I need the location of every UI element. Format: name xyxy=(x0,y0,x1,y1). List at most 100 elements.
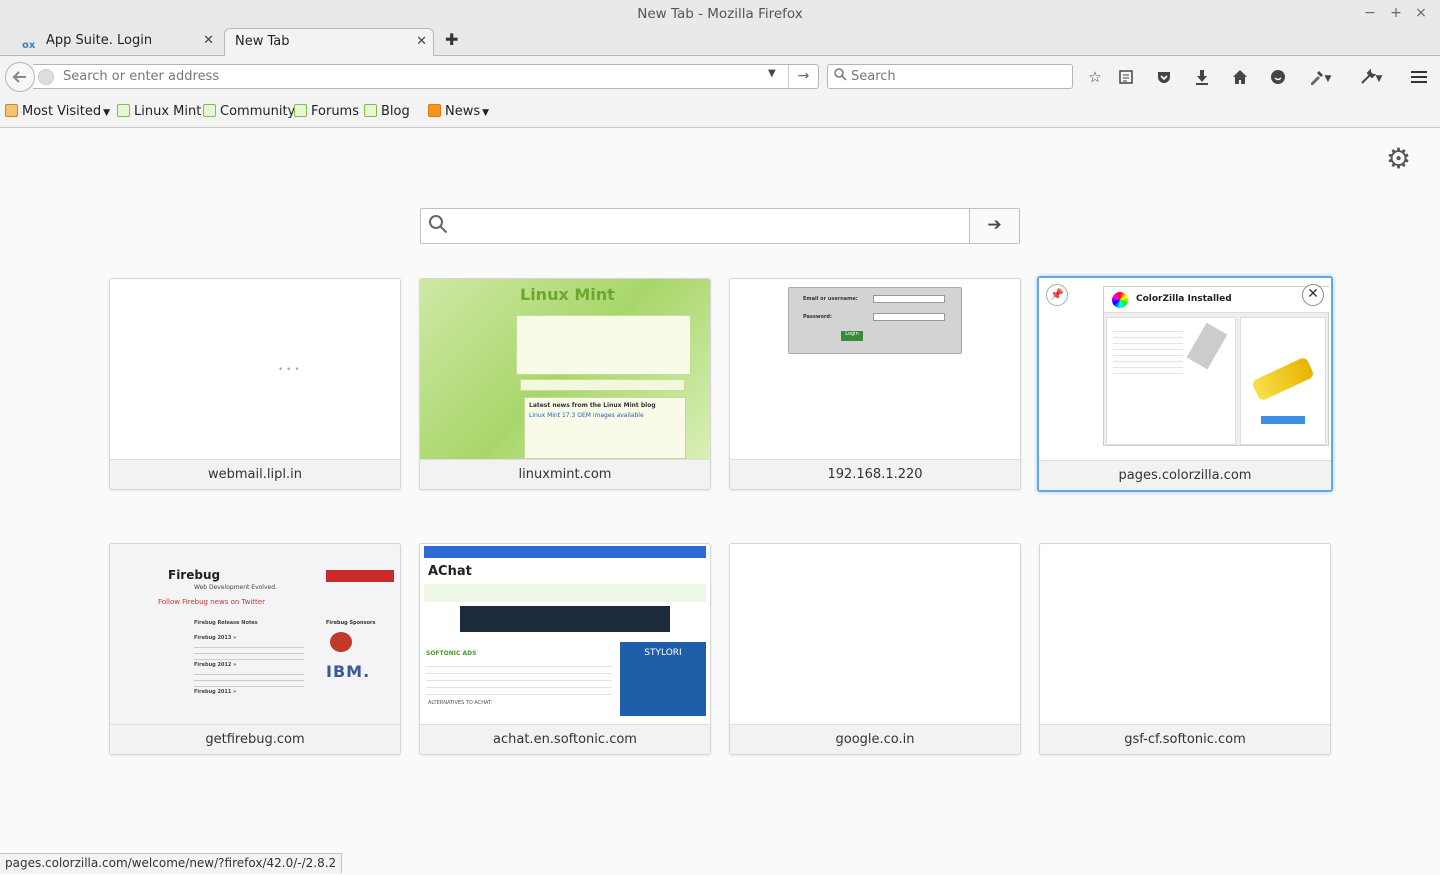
tile-router[interactable]: Email or username: Password: Login 192.1… xyxy=(729,278,1021,490)
hello-chat-icon[interactable] xyxy=(1267,66,1289,88)
home-icon[interactable] xyxy=(1229,66,1251,88)
pin-icon[interactable]: 📌 xyxy=(1046,284,1068,306)
thumb-text: Firebug 2011 » xyxy=(194,689,237,695)
maximize-button[interactable]: + xyxy=(1387,4,1405,22)
tile-thumbnail: Linux Mint Latest news from the Linux Mi… xyxy=(420,279,710,459)
window-titlebar: New Tab - Mozilla Firefox − + × xyxy=(0,0,1440,28)
tab-label: New Tab xyxy=(235,34,290,49)
downloads-icon[interactable] xyxy=(1191,66,1213,88)
thumb-text: ALTERNATIVES TO ACHAT: xyxy=(428,700,493,706)
loading-dots-icon: • • • xyxy=(278,365,300,375)
tab-label: App Suite. Login xyxy=(46,33,153,48)
thumb-text: Firebug 2013 » xyxy=(194,635,237,641)
thumb-text: Linux Mint 17.3 OEM images available xyxy=(529,412,644,419)
url-bar[interactable]: ▼ → xyxy=(33,64,819,89)
tile-thumbnail xyxy=(730,544,1020,724)
linux-mint-icon xyxy=(364,104,377,117)
tile-thumbnail: Firebug Web Development Evolved. Follow … xyxy=(110,544,400,724)
web-developer-wrench-icon[interactable]: ▼ xyxy=(1352,66,1390,88)
thumb-text: STYLORI xyxy=(644,648,682,658)
tile-colorzilla[interactable]: 📌 ✕ ColorZilla Installed pages.colorzill… xyxy=(1037,276,1333,492)
tile-label: 192.168.1.220 xyxy=(730,459,1020,489)
linux-mint-icon xyxy=(294,104,307,117)
mint-logo-text: Linux Mint xyxy=(520,285,615,304)
tab-app-suite[interactable]: ox App Suite. Login ✕ xyxy=(22,28,220,56)
colorzilla-eyedropper-icon[interactable]: ▼ xyxy=(1303,66,1337,88)
linux-mint-icon xyxy=(117,104,130,117)
chevron-down-icon: ▼ xyxy=(103,108,111,118)
tile-label: getfirebug.com xyxy=(110,724,400,754)
history-dropdown-icon[interactable]: ▼ xyxy=(768,68,776,79)
chevron-down-icon: ▼ xyxy=(482,108,490,118)
tile-thumbnail: AChat SOFTONIC ADS STYLORI ALTERNATIVES … xyxy=(420,544,710,724)
url-input[interactable] xyxy=(63,67,753,86)
thumb-text: ColorZilla Installed xyxy=(1136,294,1232,304)
bookmark-star-icon[interactable]: ☆ xyxy=(1084,66,1106,88)
svg-text:ox: ox xyxy=(22,40,36,50)
site-identity-icon[interactable] xyxy=(38,69,54,85)
thumb-text: AChat xyxy=(428,564,472,579)
close-tab-icon[interactable]: ✕ xyxy=(416,29,427,55)
tile-thumbnail xyxy=(1040,544,1330,724)
tile-thumbnail: ColorZilla Installed xyxy=(1039,278,1331,460)
tile-linuxmint[interactable]: Linux Mint Latest news from the Linux Mi… xyxy=(419,278,711,490)
ibm-logo: IBM. xyxy=(326,662,371,681)
back-button[interactable] xyxy=(5,62,35,92)
bookmark-linux-mint[interactable]: Linux Mint xyxy=(117,104,201,119)
newtab-search-box[interactable]: ➔ xyxy=(420,208,1020,244)
search-bar[interactable] xyxy=(827,64,1073,89)
thumb-text: Email or username: xyxy=(803,296,858,302)
tile-google[interactable]: google.co.in xyxy=(729,543,1021,755)
colorwheel-icon xyxy=(1112,292,1128,308)
sponsor-logo-icon xyxy=(330,632,352,652)
bookmark-blog[interactable]: Blog xyxy=(364,104,410,119)
search-input[interactable] xyxy=(851,67,1066,86)
status-bar-url: pages.colorzilla.com/welcome/new/?firefo… xyxy=(0,853,343,873)
tile-label: gsf-cf.softonic.com xyxy=(1040,724,1330,754)
search-icon xyxy=(428,214,448,239)
tile-webmail[interactable]: • • • webmail.lipl.in xyxy=(109,278,401,490)
tab-strip: ox App Suite. Login ✕ New Tab ✕ ✚ xyxy=(0,28,1440,57)
thumb-text: Firebug Release Notes xyxy=(194,620,258,626)
thumb-text: Firebug 2012 » xyxy=(194,662,237,668)
menu-hamburger-icon[interactable] xyxy=(1408,66,1430,88)
bookmark-forums[interactable]: Forums xyxy=(294,104,359,119)
bookmark-news[interactable]: News ▼ xyxy=(428,104,489,119)
thumb-text: SOFTONIC ADS xyxy=(426,650,477,657)
pocket-icon[interactable] xyxy=(1153,66,1175,88)
window-title: New Tab - Mozilla Firefox xyxy=(637,6,803,22)
tile-thumbnail: Email or username: Password: Login xyxy=(730,279,1020,459)
newtab-search-input[interactable] xyxy=(457,215,977,237)
linux-mint-icon xyxy=(203,104,216,117)
thumb-text: Login xyxy=(845,331,859,337)
folder-icon xyxy=(5,104,18,117)
tab-new-tab[interactable]: New Tab ✕ xyxy=(224,28,434,57)
tile-label: webmail.lipl.in xyxy=(110,459,400,489)
bookmark-most-visited[interactable]: Most Visited ▼ xyxy=(5,104,110,119)
thumb-text: Web Development Evolved. xyxy=(194,584,277,591)
tile-firebug[interactable]: Firebug Web Development Evolved. Follow … xyxy=(109,543,401,755)
tile-label: linuxmint.com xyxy=(420,459,710,489)
minimize-button[interactable]: − xyxy=(1361,4,1379,22)
thumb-text: Firebug xyxy=(168,568,221,582)
tile-gsf-softonic[interactable]: gsf-cf.softonic.com xyxy=(1039,543,1331,755)
tile-thumbnail: • • • xyxy=(110,279,400,459)
rss-feed-icon xyxy=(428,104,441,117)
navigation-toolbar: ▼ → ☆ ▼ ▼ xyxy=(0,56,1440,96)
search-go-arrow-icon[interactable]: ➔ xyxy=(969,209,1019,243)
close-icon[interactable]: ✕ xyxy=(1302,284,1324,306)
thumb-text: Latest news from the Linux Mint blog xyxy=(529,402,656,409)
bookmarks-toolbar: Most Visited ▼ Linux Mint Community Forum… xyxy=(0,96,1440,128)
thumb-text: Follow Firebug news on Twitter xyxy=(158,598,265,606)
bookmark-community[interactable]: Community xyxy=(203,104,295,119)
reading-list-icon[interactable] xyxy=(1115,66,1137,88)
gear-icon[interactable]: ⚙ xyxy=(1386,142,1411,175)
close-tab-icon[interactable]: ✕ xyxy=(203,28,214,54)
go-arrow-icon[interactable]: → xyxy=(788,65,818,88)
thumb-text: Password: xyxy=(803,314,832,320)
tile-label: achat.en.softonic.com xyxy=(420,724,710,754)
new-tab-plus-icon[interactable]: ✚ xyxy=(445,30,458,49)
tile-achat[interactable]: AChat SOFTONIC ADS STYLORI ALTERNATIVES … xyxy=(419,543,711,755)
tile-label: pages.colorzilla.com xyxy=(1039,460,1331,490)
close-window-button[interactable]: × xyxy=(1412,4,1430,22)
